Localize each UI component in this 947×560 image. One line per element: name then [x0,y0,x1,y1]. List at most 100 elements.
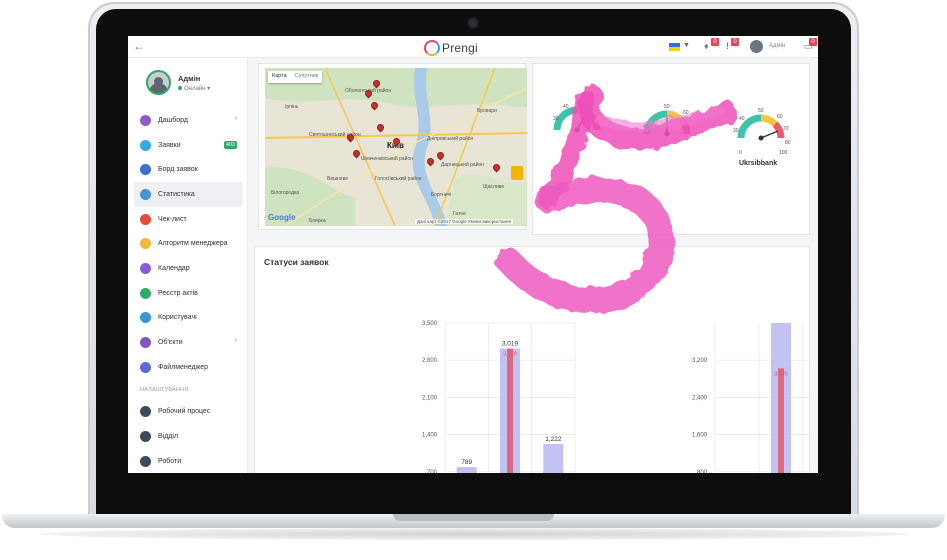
sidebar-item-objects[interactable]: Об'єкти › [134,330,243,355]
map-label: Вишневе [327,176,349,182]
sidebar-item-algorithm[interactable]: Алгоритм менеджера [134,231,243,256]
avatar[interactable] [146,70,171,95]
sidebar-item-label: Реєстр актів [158,289,198,297]
gauge-tick: 60 [683,110,689,116]
subset-label: 3,019 [503,352,517,358]
sidebar-item-register[interactable]: Реєстр актів [134,281,243,306]
gauge-tick: 50 [758,108,764,114]
workflow-icon [140,406,151,418]
map-label: Бровари [477,108,497,114]
gauge-tick: 40 [739,116,745,122]
sidebar-menu: Дашборд › Заявки 403 Борд заявок Статистика Че… [134,108,243,473]
y-tick-label: 2,100 [422,395,438,401]
user-name[interactable]: Адмін [769,43,785,49]
sidebar-item-works[interactable]: Роботи [134,449,243,473]
alerts-badge: 0 [731,38,739,46]
y-tick-label: 700 [427,470,438,473]
sidebar-item-label: Об'єкти [158,339,183,347]
bell-icon[interactable]: ♦ [704,41,709,51]
status-text: Онлайн [184,86,206,92]
gauge-3 [737,114,785,141]
sidebar-item-statistics[interactable]: Статистика [134,182,243,207]
logo-text: Prengi [442,41,478,55]
map-label: Білогородка [271,190,300,196]
gauge-tick: 100 [779,150,788,156]
board-icon [140,164,151,176]
sidebar-item-checklist[interactable]: Чек-лист [134,207,243,232]
bar-subset [507,348,513,473]
status-card: Статуси заявок 700 1,400 2,100 2,800 3,500 78… [254,246,811,473]
sidebar-item-label: Алгоритм менеджера [158,240,228,248]
app-screen: ← Prengi ▼ ♦ 0 ! 0 Адмін ▭ 0 Адмін Онлай… [128,36,818,473]
map-label: Шевченківський район [361,156,414,162]
gauge-2 [643,110,691,137]
objects-icon [140,337,151,349]
map-label: Боярка [309,218,326,224]
map-type-tabs: Карта Супутник [268,71,323,83]
ukraine-flag-icon[interactable] [669,43,680,51]
map-label: Ірпінь [285,104,299,110]
gauge-tick: 80 [785,140,791,146]
chevron-down-icon[interactable]: ▼ [683,42,690,49]
logo[interactable]: Prengi [424,38,478,58]
map-label: Дарницький район [441,162,485,168]
y-tick-label: 1,600 [692,433,708,439]
y-tick-label: 3,500 [422,321,438,327]
filemanager-icon [140,361,151,373]
sidebar-item-label: Відділ [158,433,179,441]
sidebar-item-label: Роботи [158,457,182,465]
algorithm-icon [140,238,151,250]
chevron-right-icon: › [234,337,237,345]
gauge-card: 30 40 50 40 50 60 30 40 50 60 70 80 0 10… [532,63,810,235]
department-icon [140,431,151,443]
bar-total [543,444,564,473]
camera-icon [469,19,477,27]
sidebar-item-board[interactable]: Борд заявок [134,157,243,182]
user-avatar[interactable] [750,40,763,53]
map-card: Карта Супутник Київ Оболонський район Ір… [258,63,527,230]
map-label: Голосіївський район [375,176,422,182]
laptop-shadow [40,528,907,540]
sidebar-item-label: Файлменеджер [158,363,209,371]
works-icon [140,455,151,467]
logo-mark-icon [424,40,440,56]
sidebar-item-label: Статистика [158,190,195,198]
gauge-tick: 40 [643,124,649,130]
sidebar-item-calendar[interactable]: Календар [134,256,243,281]
calendar-icon [140,262,151,274]
sidebar-item-workflow[interactable]: Робочий процес [134,400,243,425]
y-tick-label: 2,800 [422,358,438,364]
bar-subset [778,368,784,473]
sidebar-item-users[interactable]: Користувачі [134,306,243,331]
requests-count-badge: 403 [223,140,237,149]
sidebar-item-department[interactable]: Відділ [134,424,243,449]
gauge-tick: 0 [739,150,742,156]
alert-icon[interactable]: ! [726,41,729,51]
tab-satellite[interactable]: Супутник [291,71,323,83]
chevron-right-icon: › [234,115,237,122]
back-arrow-icon[interactable]: ← [133,39,145,53]
map-label: Гатне [453,211,466,217]
profile-status[interactable]: Онлайн ▾ [178,85,210,92]
laptop-mockup: ← Prengi ▼ ♦ 0 ! 0 Адмін ▭ 0 Адмін Онлай… [0,0,947,560]
sidebar-item-requests[interactable]: Заявки 403 [134,133,243,158]
tab-map[interactable]: Карта [268,71,291,83]
y-tick-label: 2,400 [692,395,708,401]
map-view[interactable]: Карта Супутник Київ Оболонський район Ір… [265,68,527,226]
gauge-tick: 30 [733,128,739,134]
dashboard-icon [140,114,151,126]
y-tick-label: 800 [697,470,708,473]
gauge-tick: 30 [553,116,559,122]
sidebar-item-dashboard[interactable]: Дашборд › [134,108,243,133]
gauge-tick: 50 [575,100,581,106]
sidebar-item-label: Дашборд [158,116,188,124]
y-tick-label: 1,400 [422,433,438,439]
street-view-pegman-icon[interactable] [511,166,523,180]
data-label: 3,019 [502,341,519,348]
online-dot-icon [178,86,182,90]
subset-label: 3,025 [774,371,788,377]
requests-icon [140,139,151,151]
gauge-tick: 60 [777,114,783,120]
sidebar-item-filemanager[interactable]: Файлменеджер [134,355,243,380]
statistics-icon [140,188,151,200]
